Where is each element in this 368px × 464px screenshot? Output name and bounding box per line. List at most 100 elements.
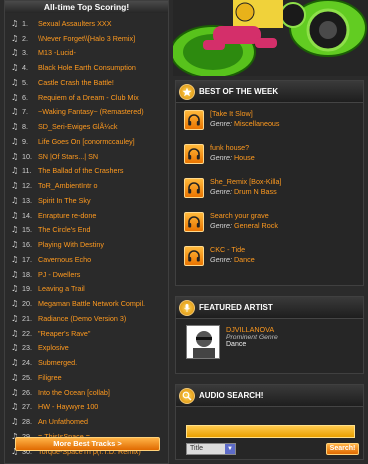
genre-label: Genre: bbox=[210, 187, 232, 196]
best-of-week-track-link[interactable]: Search your grave bbox=[210, 211, 278, 221]
track-title-link[interactable]: Black Hole Earth Consumption bbox=[38, 63, 136, 72]
best-of-week-track-link[interactable]: [Take It Slow] bbox=[210, 109, 280, 119]
track-title-link[interactable]: The Ballad of the Crashers bbox=[38, 166, 124, 175]
track-title-link[interactable]: Life Goes On [conormccauley] bbox=[38, 137, 135, 146]
artist-avatar[interactable] bbox=[186, 325, 220, 359]
featured-artist-header: FEATURED ARTIST bbox=[176, 297, 363, 319]
track-row: ♫ 14. Enrapture re-done bbox=[11, 208, 168, 223]
music-note-icon: ♫ bbox=[11, 402, 19, 412]
music-note-icon: ♫ bbox=[11, 77, 19, 87]
best-of-week-item: Search your grave Genre: General Rock bbox=[184, 211, 357, 245]
genre-value[interactable]: Drum N Bass bbox=[234, 187, 277, 196]
more-best-tracks-button[interactable]: More Best Tracks > bbox=[15, 437, 160, 451]
track-row: ♫ 3. M13 -Lucid- bbox=[11, 46, 168, 61]
search-field-value: Title bbox=[190, 445, 203, 452]
track-title-link[interactable]: Into the Ocean [collab] bbox=[38, 388, 110, 397]
track-row: ♫ 15. The Circle's End bbox=[11, 223, 168, 238]
featured-artist-panel: FEATURED ARTIST DJVILLANOVA Prominent Ge… bbox=[175, 296, 364, 374]
artist-name-link[interactable]: DJVILLANOVA bbox=[226, 325, 278, 334]
track-title-link[interactable]: Radiance (Demo Version 3) bbox=[38, 314, 126, 323]
music-note-icon: ♫ bbox=[11, 195, 19, 205]
track-title-link[interactable]: Leaving a Trail bbox=[38, 284, 85, 293]
best-of-week-genre-line: Genre: Miscellaneous bbox=[210, 119, 280, 129]
track-title-link[interactable]: Playing With Destiny bbox=[38, 240, 104, 249]
headphones-icon[interactable] bbox=[184, 212, 204, 232]
track-rank: 20. bbox=[22, 299, 32, 309]
track-title-link[interactable]: Sexual Assaulters XXX bbox=[38, 19, 112, 28]
music-note-icon: ♫ bbox=[11, 417, 19, 427]
track-row: ♫ 19. Leaving a Trail bbox=[11, 282, 168, 297]
track-title-link[interactable]: Enrapture re-done bbox=[38, 211, 96, 220]
track-title-link[interactable]: \\Never Forget\\[Halo 3 Remix] bbox=[38, 34, 135, 43]
track-rank: 4. bbox=[22, 63, 28, 73]
music-note-icon: ♫ bbox=[11, 313, 19, 323]
track-title-link[interactable]: PJ - Dwellers bbox=[38, 270, 80, 279]
track-row: ♫ 18. PJ - Dwellers bbox=[11, 267, 168, 282]
track-row: ♫ 12. ToR_AmbientIntr o bbox=[11, 178, 168, 193]
best-of-week-header: BEST OF THE WEEK bbox=[176, 81, 363, 103]
music-note-icon: ♫ bbox=[11, 254, 19, 264]
track-row: ♫ 1. Sexual Assaulters XXX bbox=[11, 16, 168, 31]
headphones-icon[interactable] bbox=[184, 144, 204, 164]
music-note-icon: ♫ bbox=[11, 299, 19, 309]
track-rank: 27. bbox=[22, 402, 32, 412]
track-rank: 10. bbox=[22, 151, 32, 161]
audio-search-title: AUDIO SEARCH! bbox=[199, 391, 264, 400]
headphones-icon[interactable] bbox=[184, 246, 204, 266]
best-of-week-panel: BEST OF THE WEEK [Take It Slow] Genre: Mi… bbox=[175, 80, 364, 286]
search-input[interactable] bbox=[186, 425, 355, 438]
track-title-link[interactable]: Cavernous Echo bbox=[38, 255, 91, 264]
track-rank: 21. bbox=[22, 313, 32, 323]
track-title-link[interactable]: Spirit In The Sky bbox=[38, 196, 91, 205]
best-of-week-track-link[interactable]: funk house? bbox=[210, 143, 255, 153]
track-title-link[interactable]: HW - Haywyre 100 bbox=[38, 402, 98, 411]
headphones-icon[interactable] bbox=[184, 178, 204, 198]
track-title-link[interactable]: SN |Of Stars...| SN bbox=[38, 152, 98, 161]
track-title-link[interactable]: Explosive bbox=[38, 343, 69, 352]
search-button[interactable]: Search! bbox=[326, 443, 359, 455]
search-field-select[interactable]: Title ▼ bbox=[186, 443, 236, 455]
best-of-week-track-link[interactable]: CKC - Tide bbox=[210, 245, 255, 255]
track-title-link[interactable]: Requiem of a Dream - Club Mix bbox=[38, 93, 139, 102]
track-title-link[interactable]: Castle Crash the Battle! bbox=[38, 78, 114, 87]
track-title-link[interactable]: ~Waking Fantasy~ (Remastered) bbox=[38, 107, 144, 116]
prominent-genre-label: Prominent Genre bbox=[226, 334, 278, 341]
cartoon-speakers-illustration bbox=[173, 0, 368, 76]
genre-value[interactable]: Dance bbox=[234, 255, 255, 264]
track-row: ♫ 25. Filigree bbox=[11, 370, 168, 385]
hero-banner-image bbox=[173, 0, 368, 76]
genre-value[interactable]: House bbox=[234, 153, 255, 162]
genre-label: Genre: bbox=[210, 153, 232, 162]
music-note-icon: ♫ bbox=[11, 33, 19, 43]
headphones-icon[interactable] bbox=[184, 110, 204, 130]
track-rank: 11. bbox=[22, 166, 32, 176]
track-rank: 2. bbox=[22, 33, 28, 43]
track-row: ♫ 23. Explosive bbox=[11, 341, 168, 356]
music-note-icon: ♫ bbox=[11, 387, 19, 397]
music-note-icon: ♫ bbox=[11, 48, 19, 58]
genre-value[interactable]: Miscellaneous bbox=[234, 119, 280, 128]
music-note-icon: ♫ bbox=[11, 372, 19, 382]
track-row: ♫ 20. Megaman Battle Network Compil. bbox=[11, 296, 168, 311]
genre-value[interactable]: General Rock bbox=[234, 221, 278, 230]
music-note-icon: ♫ bbox=[11, 358, 19, 368]
best-of-week-text: funk house? Genre: House bbox=[210, 143, 255, 163]
track-rank: 8. bbox=[22, 122, 28, 132]
track-title-link[interactable]: Submerged. bbox=[38, 358, 77, 367]
track-row: ♫ 10. SN |Of Stars...| SN bbox=[11, 149, 168, 164]
best-of-week-track-link[interactable]: She_Remix [Box-Killa] bbox=[210, 177, 282, 187]
track-rank: 3. bbox=[22, 48, 28, 58]
track-title-link[interactable]: SD_Seri-Ewiges GlÃ¼ck bbox=[38, 122, 118, 131]
track-title-link[interactable]: "Reaper's Rave" bbox=[38, 329, 90, 338]
chevron-down-icon: ▼ bbox=[225, 444, 235, 454]
track-rank: 23. bbox=[22, 343, 32, 353]
track-title-link[interactable]: An Unfathomed bbox=[38, 417, 88, 426]
track-title-link[interactable]: Filigree bbox=[38, 373, 62, 382]
track-row: ♫ 28. An Unfathomed bbox=[11, 414, 168, 429]
track-title-link[interactable]: M13 -Lucid- bbox=[38, 48, 76, 57]
track-rank: 22. bbox=[22, 328, 32, 338]
track-title-link[interactable]: Megaman Battle Network Compil. bbox=[38, 299, 145, 308]
best-of-week-list: [Take It Slow] Genre: Miscellaneous funk h… bbox=[176, 103, 363, 279]
track-title-link[interactable]: ToR_AmbientIntr o bbox=[38, 181, 98, 190]
track-title-link[interactable]: The Circle's End bbox=[38, 225, 91, 234]
